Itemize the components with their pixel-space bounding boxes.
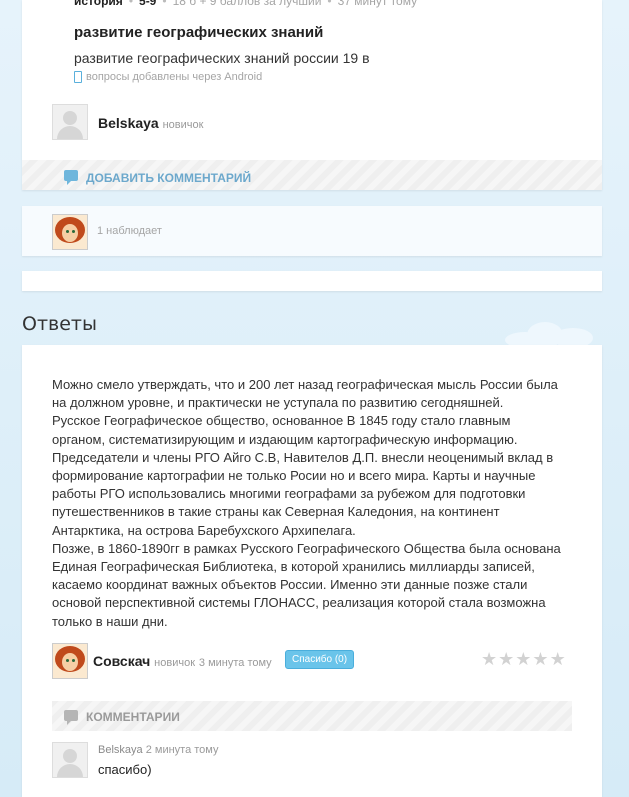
comment-author-name[interactable]: Belskaya — [98, 744, 143, 756]
answer-author-avatar[interactable] — [52, 643, 88, 679]
question-author: Belskaya новичок — [98, 115, 203, 131]
subject-link[interactable]: история — [74, 0, 123, 8]
device-note: вопросы добавлены через Android — [74, 71, 262, 83]
thanks-button[interactable]: Спасибо (0) — [285, 650, 355, 669]
author-name[interactable]: Belskaya — [98, 115, 159, 131]
star-icon[interactable]: ★ — [515, 651, 531, 669]
comments-label: КОММЕНТАРИИ — [86, 710, 180, 724]
add-comment-bar[interactable]: ДОБАВИТЬ КОММЕНТАРИЙ — [22, 160, 602, 190]
star-icon[interactable]: ★ — [481, 651, 497, 669]
comment-time: 2 минута тому — [145, 744, 219, 756]
phone-icon — [74, 71, 82, 83]
answer-paragraph: Русское Географическое общество, основан… — [52, 413, 554, 538]
question-title: развитие географических знаний — [74, 24, 324, 41]
points-label: 18 б + 9 баллов за лучший — [172, 0, 322, 8]
question-card: история • 5-9 • 18 б + 9 баллов за лучший • 37… — [22, 0, 602, 190]
comment-meta: Belskaya 2 минута тому — [98, 744, 218, 756]
watchers-count: 1 наблюдает — [97, 225, 162, 237]
answer-text: Можно смело утверждать, что и 200 лет на… — [52, 376, 567, 631]
answer-time: 3 минута тому — [198, 657, 272, 669]
grade-link[interactable]: 5-9 — [139, 0, 156, 8]
author-rank: новичок — [162, 119, 204, 131]
answer-author: Совскач новичок 3 минута тому — [93, 653, 272, 669]
comment-avatar[interactable] — [52, 742, 88, 778]
answers-heading: Ответы — [22, 313, 97, 335]
rating-stars[interactable]: ★ ★ ★ ★ ★ — [481, 651, 566, 669]
watcher-avatar[interactable] — [52, 214, 88, 250]
answer-paragraph: Можно смело утверждать, что и 200 лет на… — [52, 377, 558, 411]
question-time: 37 минут тому — [337, 0, 418, 8]
question-meta: история • 5-9 • 18 б + 9 баллов за лучший • 37… — [74, 0, 417, 8]
add-comment-button[interactable]: ДОБАВИТЬ КОММЕНТАРИЙ — [86, 171, 251, 185]
answer-author-rank: новичок — [154, 657, 196, 669]
answer-author-name[interactable]: Совскач — [93, 653, 150, 669]
question-body: развитие географических знаний россии 19… — [74, 50, 370, 66]
device-note-text: вопросы добавлены через Android — [86, 71, 263, 83]
star-icon[interactable]: ★ — [532, 651, 548, 669]
comment-text: спасибо) — [98, 762, 152, 777]
watchers-card: 1 наблюдает — [22, 206, 602, 256]
comment-bubble-icon — [64, 710, 78, 725]
star-icon[interactable]: ★ — [550, 651, 566, 669]
spacer-card — [22, 271, 602, 291]
comments-header: КОММЕНТАРИИ — [52, 701, 572, 731]
star-icon[interactable]: ★ — [498, 651, 514, 669]
answer-paragraph: Позже, в 1860-1890гг в рамках Русского Г… — [52, 540, 561, 629]
avatar[interactable] — [52, 104, 88, 140]
comment-bubble-icon — [64, 170, 78, 185]
